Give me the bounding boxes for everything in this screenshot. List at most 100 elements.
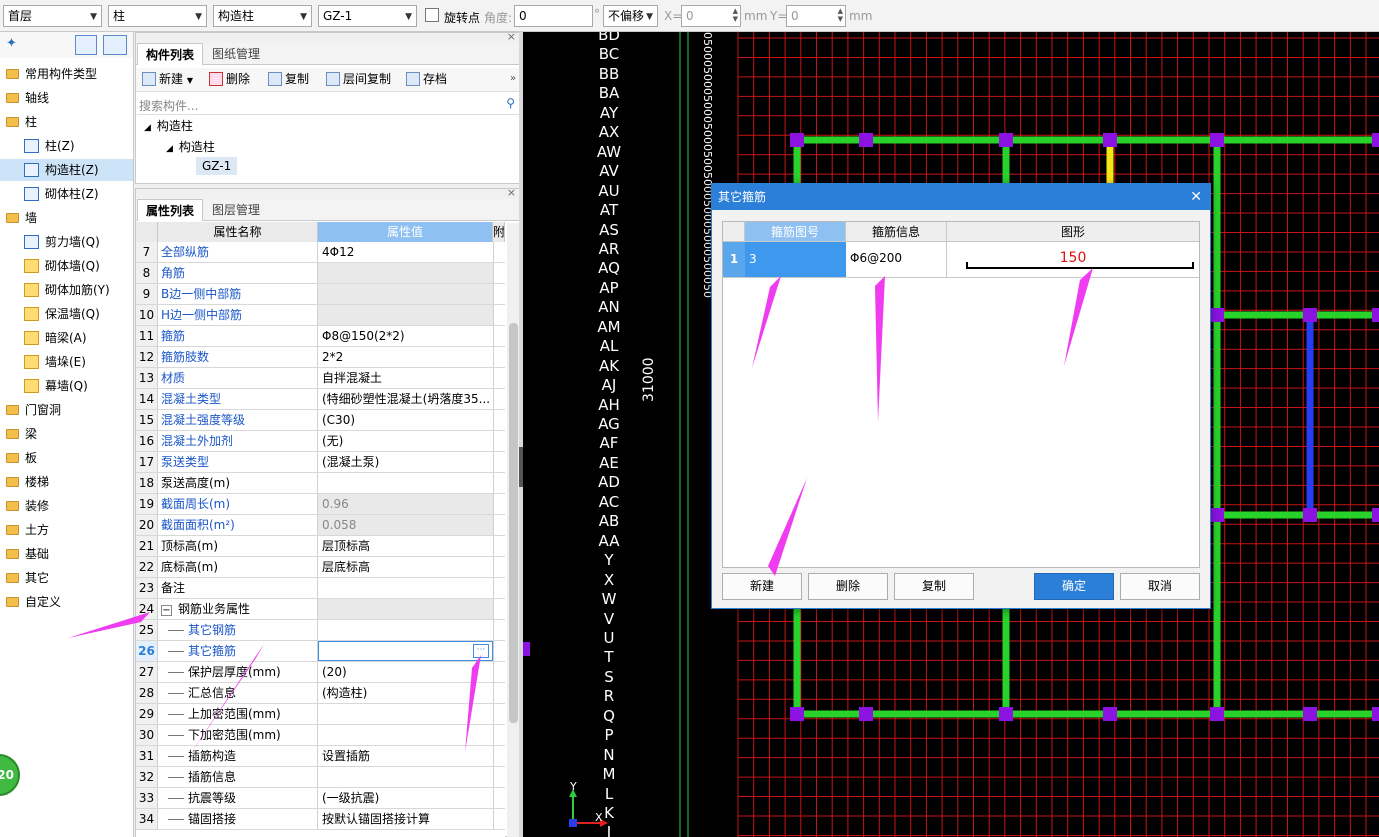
tab-drawing-manage[interactable]: 图纸管理 [204, 43, 268, 65]
property-value-cell[interactable]: 0.96 [318, 494, 493, 514]
table-row[interactable]: 23 备注 [136, 578, 505, 599]
angle-input[interactable]: 0 [514, 5, 593, 27]
table-row[interactable]: 9 B边一侧中部筋 [136, 284, 505, 305]
property-value-cell[interactable]: (C30) [318, 410, 493, 430]
table-row[interactable]: 19 截面周长(m) 0.96 [136, 494, 505, 515]
table-row[interactable]: 20 截面面积(m²) 0.058 [136, 515, 505, 536]
property-value-cell[interactable]: ··· [318, 641, 493, 661]
offset-select[interactable]: 不偏移 ▼ [603, 5, 658, 27]
property-value-cell[interactable]: 设置插筋 [318, 746, 493, 766]
table-row[interactable]: 10 H边一侧中部筋 [136, 305, 505, 326]
sparkle-icon[interactable]: ✦ [6, 36, 17, 51]
sidebar-item-8[interactable]: 砌体墙(Q) [0, 255, 133, 277]
tab-component-list[interactable]: 构件列表 [137, 43, 204, 65]
table-row[interactable]: 17 泵送类型 (混凝土泵) [136, 452, 505, 473]
table-row[interactable]: 29 上加密范围(mm) [136, 704, 505, 725]
table-row[interactable]: 16 混凝土外加剂 (无) [136, 431, 505, 452]
tree-child[interactable]: ◢ 构造柱 [166, 138, 215, 155]
property-value-cell[interactable]: 按默认锚固搭接计算 [318, 809, 493, 829]
property-value-cell[interactable]: 层顶标高 [318, 536, 493, 556]
table-row[interactable]: 28 汇总信息 (构造柱) [136, 683, 505, 704]
status-badge[interactable]: 20 [0, 754, 20, 796]
property-value-cell[interactable] [318, 284, 493, 304]
sidebar-item-13[interactable]: 幕墙(Q) [0, 375, 133, 397]
property-value-cell[interactable] [318, 473, 493, 493]
table-row[interactable]: 22 底标高(m) 层底标高 [136, 557, 505, 578]
property-value-cell[interactable] [318, 263, 493, 283]
sidebar-item-14[interactable]: 门窗洞 [0, 399, 133, 421]
table-row[interactable]: 30 下加密范围(mm) [136, 725, 505, 746]
delete-button[interactable]: 删除 [209, 68, 250, 90]
more-icon[interactable]: » [510, 73, 516, 84]
table-row[interactable]: 34 锚固搭接 按默认锚固搭接计算 [136, 809, 505, 830]
sidebar-item-12[interactable]: 墙垛(E) [0, 351, 133, 373]
copy-button[interactable]: 复制 [268, 68, 309, 90]
property-value-cell[interactable] [318, 725, 493, 745]
table-row[interactable]: 15 混凝土强度等级 (C30) [136, 410, 505, 431]
sidebar-item-4[interactable]: 构造柱(Z) [0, 159, 133, 181]
sidebar-item-17[interactable]: 楼梯 [0, 471, 133, 493]
property-value-cell[interactable] [318, 620, 493, 640]
property-value-cell[interactable] [318, 305, 493, 325]
sidebar-item-9[interactable]: 砌体加筋(Y) [0, 279, 133, 301]
shape-cell[interactable]: 150 [947, 242, 1199, 277]
sidebar-item-15[interactable]: 梁 [0, 423, 133, 445]
sidebar-item-20[interactable]: 基础 [0, 543, 133, 565]
property-value-cell[interactable] [318, 599, 493, 619]
tree-root[interactable]: ◢ 构造柱 [144, 117, 193, 134]
table-row[interactable]: 18 泵送高度(m) [136, 473, 505, 494]
property-value-cell[interactable]: (20) [318, 662, 493, 682]
close-icon[interactable]: × [507, 186, 516, 199]
property-value-cell[interactable]: (无) [318, 431, 493, 451]
sidebar-item-3[interactable]: 柱(Z) [0, 135, 133, 157]
property-value-cell[interactable] [318, 704, 493, 724]
search-icon[interactable]: ⚲ [506, 96, 515, 110]
y-input[interactable]: 0 ▲ ▼ [786, 5, 846, 27]
table-row[interactable]: 31 插筋构造 设置插筋 [136, 746, 505, 767]
property-value-cell[interactable]: 4Φ12 [318, 242, 493, 262]
new-button[interactable]: 新建 ▼ [142, 68, 193, 90]
search-input[interactable]: 搜索构件... ⚲ [137, 94, 519, 115]
tab-layer-manage[interactable]: 图层管理 [204, 199, 268, 221]
property-value-cell[interactable]: 2*2 [318, 347, 493, 367]
sidebar-item-1[interactable]: 轴线 [0, 87, 133, 109]
sidebar-item-19[interactable]: 土方 [0, 519, 133, 541]
tree-leaf-gz1[interactable]: GZ-1 [196, 157, 238, 175]
property-value-cell[interactable]: (混凝土泵) [318, 452, 493, 472]
save-button[interactable]: 存档 [406, 68, 447, 90]
sidebar-item-11[interactable]: 暗梁(A) [0, 327, 133, 349]
ok-button[interactable]: 确定 [1034, 573, 1114, 600]
close-icon[interactable]: ✕ [1190, 184, 1202, 210]
table-row[interactable]: 33 抗震等级 (一级抗震) [136, 788, 505, 809]
table-row[interactable]: 7 全部纵筋 4Φ12 [136, 242, 505, 263]
x-input[interactable]: 0 ▲ ▼ [681, 5, 741, 27]
property-value-cell[interactable]: (特细砂塑性混凝土(坍落度35... [318, 389, 493, 409]
table-row[interactable]: 14 混凝土类型 (特细砂塑性混凝土(坍落度35... [136, 389, 505, 410]
cancel-button[interactable]: 取消 [1120, 573, 1200, 600]
floor-select[interactable]: 首层 ▼ [3, 5, 102, 27]
property-value-cell[interactable] [318, 767, 493, 787]
sidebar-item-16[interactable]: 板 [0, 447, 133, 469]
sidebar-item-7[interactable]: 剪力墙(Q) [0, 231, 133, 253]
sidebar-item-2[interactable]: 柱 [0, 111, 133, 133]
table-row[interactable]: 1 3 Φ6@200 150 [723, 242, 1199, 278]
delete-button[interactable]: 删除 [808, 573, 888, 600]
floor-copy-button[interactable]: 层间复制 [326, 68, 391, 90]
property-value-cell[interactable]: (构造柱) [318, 683, 493, 703]
sidebar-item-0[interactable]: 常用构件类型 [0, 63, 133, 85]
sidebar-item-10[interactable]: 保温墙(Q) [0, 303, 133, 325]
table-row[interactable]: 24− 钢筋业务属性 [136, 599, 505, 620]
property-value-cell[interactable]: 自拌混凝土 [318, 368, 493, 388]
sidebar-item-22[interactable]: 自定义 [0, 591, 133, 613]
table-row[interactable]: 32 插筋信息 [136, 767, 505, 788]
sidebar-item-21[interactable]: 其它 [0, 567, 133, 589]
table-row[interactable]: 12 箍筋肢数 2*2 [136, 347, 505, 368]
stirrup-info-cell[interactable]: Φ6@200 [846, 242, 947, 277]
ellipsis-button[interactable]: ··· [473, 644, 489, 658]
copy-button[interactable]: 复制 [894, 573, 974, 600]
table-row[interactable]: 21 顶标高(m) 层顶标高 [136, 536, 505, 557]
collapse-icon[interactable]: − [161, 605, 172, 616]
sidebar-item-5[interactable]: 砌体柱(Z) [0, 183, 133, 205]
table-row[interactable]: 27 保护层厚度(mm) (20) [136, 662, 505, 683]
table-row[interactable]: 26 其它箍筋 ··· [136, 641, 505, 662]
